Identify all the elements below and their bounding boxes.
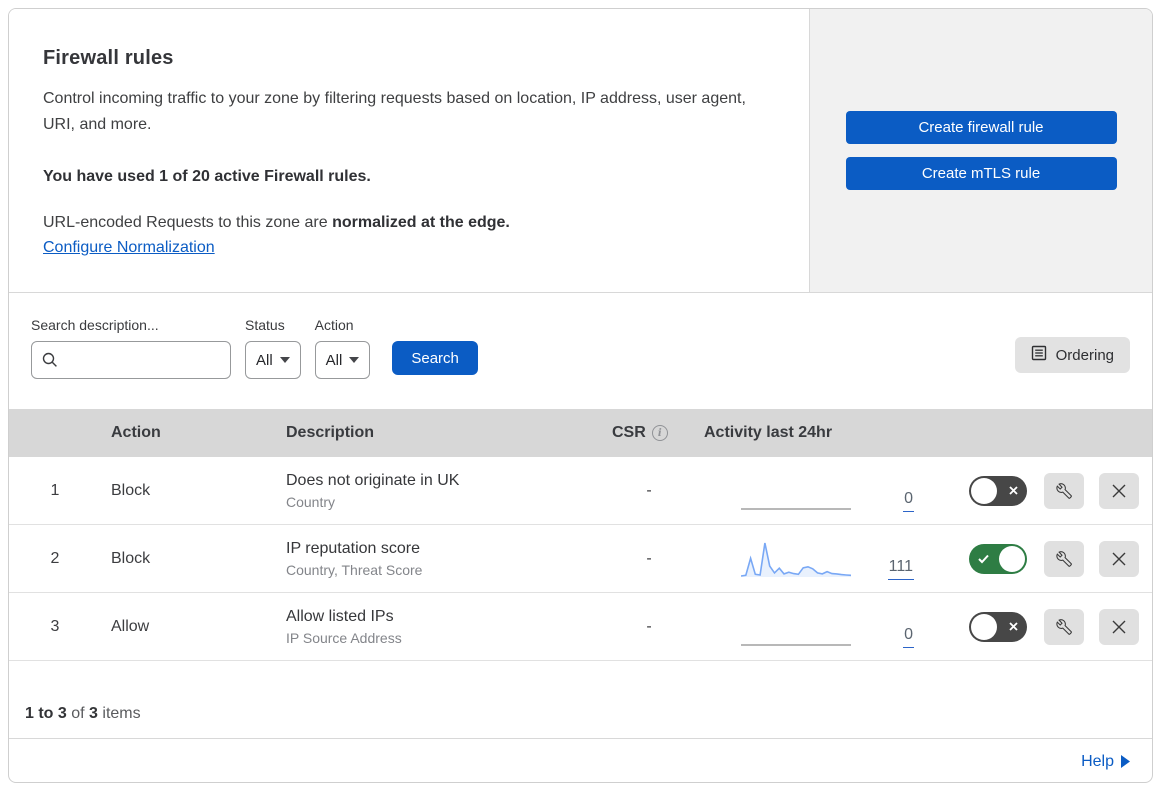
delete-rule-button[interactable]	[1099, 472, 1139, 509]
create-mtls-rule-button[interactable]: Create mTLS rule	[845, 157, 1117, 190]
column-csr-label: CSR	[612, 424, 646, 441]
items-text: items	[97, 705, 141, 722]
firewall-rules-card: Firewall rules Control incoming traffic …	[8, 8, 1153, 783]
rule-csr-value: -	[646, 481, 652, 499]
toggle-knob	[971, 613, 997, 640]
search-icon	[42, 352, 58, 373]
ordering-button-label: Ordering	[1055, 346, 1114, 364]
edit-rule-button[interactable]	[1044, 608, 1084, 645]
ordering-button[interactable]: Ordering	[1014, 337, 1130, 373]
wrench-icon	[1056, 550, 1072, 567]
filter-bar: Search description... Status All Action …	[9, 293, 1152, 409]
cta-panel: Create firewall rule Create mTLS rule	[810, 9, 1152, 292]
rule-priority: 3	[50, 617, 60, 635]
x-icon	[1009, 485, 1018, 495]
chevron-down-icon	[349, 357, 360, 363]
header-section: Firewall rules Control incoming traffic …	[9, 9, 1152, 293]
rule-description: IP reputation score	[286, 539, 421, 557]
page-description: Control incoming traffic to your zone by…	[43, 90, 746, 133]
normalization-bold: normalized at the edge.	[332, 213, 510, 231]
status-dropdown[interactable]: All	[245, 341, 301, 379]
wrench-icon	[1056, 482, 1072, 499]
column-csr: CSR i	[604, 424, 694, 442]
arrow-right-icon	[1121, 755, 1130, 768]
rule-enabled-toggle[interactable]	[969, 611, 1027, 642]
status-dropdown-value: All	[256, 351, 273, 369]
create-firewall-rule-button[interactable]: Create firewall rule	[845, 111, 1117, 144]
table-row: 2 Block IP reputation score Country, Thr…	[9, 525, 1152, 593]
rule-description: Allow listed IPs	[286, 607, 394, 625]
table-row: 1 Block Does not originate in UK Country…	[9, 457, 1152, 525]
toggle-knob	[971, 477, 997, 504]
search-label: Search description...	[31, 317, 159, 333]
normalization-text: URL-encoded Requests to this zone are	[43, 213, 333, 231]
help-link[interactable]: Help	[1081, 753, 1130, 771]
action-dropdown[interactable]: All	[314, 341, 371, 379]
range-text: 1 to 3	[25, 705, 67, 722]
pagination-summary: 1 to 3 of 3 items	[9, 661, 1152, 738]
intro-panel: Firewall rules Control incoming traffic …	[9, 9, 810, 292]
ordering-list-icon	[1031, 345, 1047, 365]
action-label: Action	[314, 317, 354, 333]
info-icon[interactable]: i	[651, 425, 668, 441]
usage-notice: You have used 1 of 20 active Firewall ru…	[43, 167, 371, 185]
activity-count-link[interactable]: 111	[887, 558, 914, 580]
help-link-label: Help	[1081, 752, 1114, 770]
normalization-notice: URL-encoded Requests to this zone are no…	[43, 214, 769, 232]
column-description: Description	[286, 424, 375, 441]
search-input[interactable]	[31, 341, 231, 379]
column-activity: Activity last 24hr	[704, 424, 833, 441]
activity-count-link[interactable]: 0	[903, 626, 914, 648]
column-action: Action	[111, 424, 161, 441]
close-icon	[1112, 552, 1126, 565]
close-icon	[1112, 484, 1126, 497]
rule-action: Block	[111, 549, 151, 567]
rule-enabled-toggle[interactable]	[969, 475, 1027, 506]
page-title: Firewall rules	[43, 47, 174, 69]
rule-fields: IP Source Address	[286, 629, 402, 646]
chevron-down-icon	[279, 357, 290, 363]
activity-sparkline	[741, 542, 851, 577]
wrench-icon	[1056, 618, 1072, 635]
action-dropdown-value: All	[325, 351, 343, 369]
rule-action: Block	[111, 481, 151, 499]
edit-rule-button[interactable]	[1044, 472, 1084, 509]
edit-rule-button[interactable]	[1044, 540, 1084, 577]
rule-enabled-toggle[interactable]	[969, 543, 1027, 574]
activity-sparkline	[741, 507, 851, 510]
rule-description: Does not originate in UK	[286, 471, 460, 489]
delete-rule-button[interactable]	[1099, 608, 1139, 645]
help-bar: Help	[9, 738, 1152, 782]
delete-rule-button[interactable]	[1099, 540, 1139, 577]
close-icon	[1112, 620, 1126, 633]
activity-sparkline	[741, 643, 851, 646]
rule-csr-value: -	[646, 549, 652, 567]
table-header: Action Description CSR i Activity last 2…	[9, 409, 1152, 457]
rule-priority: 1	[50, 481, 60, 499]
search-button[interactable]: Search	[392, 341, 478, 375]
configure-normalization-link[interactable]: Configure Normalization	[43, 239, 215, 257]
rule-csr-value: -	[646, 617, 652, 635]
rule-action: Allow	[111, 617, 150, 635]
activity-count-link[interactable]: 0	[903, 490, 914, 512]
rule-priority: 2	[50, 549, 60, 567]
x-icon	[1009, 621, 1018, 631]
of-text: of	[66, 705, 90, 722]
total-count: 3	[89, 705, 98, 722]
rule-fields: Country, Threat Score	[286, 561, 423, 578]
check-icon	[978, 554, 989, 563]
table-row: 3 Allow Allow listed IPs IP Source Addre…	[9, 593, 1152, 661]
rule-fields: Country	[286, 493, 336, 510]
status-label: Status	[245, 317, 285, 333]
toggle-knob	[999, 545, 1025, 572]
